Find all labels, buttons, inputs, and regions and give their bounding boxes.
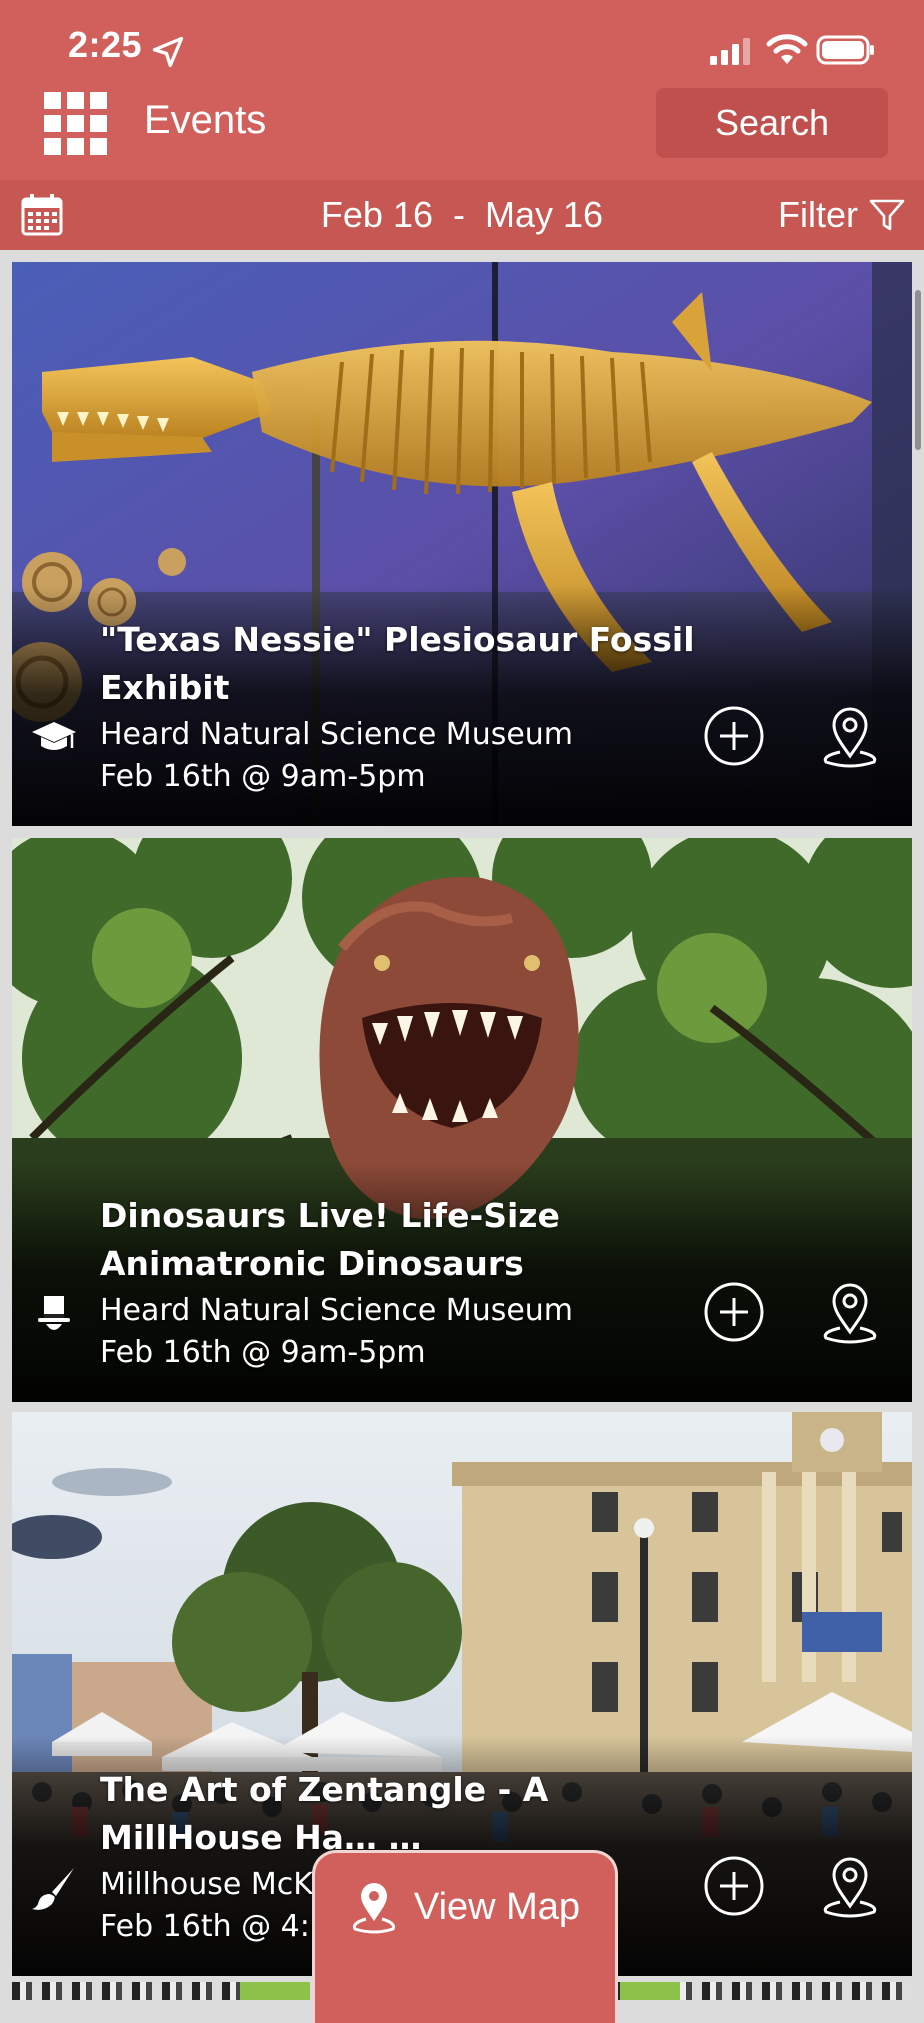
- location-arrow-icon: [152, 36, 184, 68]
- filter-button[interactable]: Filter: [778, 192, 906, 238]
- event-card[interactable]: "Texas Nessie" Plesiosaur Fossil Exhibit…: [12, 262, 912, 826]
- add-to-calendar-icon[interactable]: [702, 1854, 766, 1918]
- cellular-signal-icon: [710, 38, 750, 65]
- event-info: "Texas Nessie" Plesiosaur Fossil Exhibit…: [100, 616, 695, 798]
- view-map-label: View Map: [413, 1885, 581, 1928]
- scrollbar[interactable]: [915, 290, 921, 450]
- filter-label: Filter: [778, 194, 858, 235]
- event-date: Feb 16th @ 9am-5pm: [100, 759, 426, 794]
- event-info: Dinosaurs Live! Life-Size Animatronic Di…: [100, 1192, 660, 1374]
- event-title-line1: The Art of Zentangle - A: [100, 1770, 549, 1809]
- page-title: Events: [144, 98, 267, 142]
- next-card-accent: [620, 1982, 680, 2000]
- event-venue: Heard Natural Science Museum: [100, 717, 574, 752]
- map-pin-icon[interactable]: [818, 700, 882, 772]
- event-title-line2: Animatronic Dinosaurs: [100, 1244, 524, 1283]
- status-time: 2:25: [68, 24, 143, 65]
- graduation-cap-icon: [32, 722, 76, 750]
- event-title-line2: Exhibit: [100, 668, 230, 707]
- event-date: Feb 16th @ 9am-5pm: [100, 1335, 426, 1370]
- map-pin-icon[interactable]: [818, 1276, 882, 1348]
- apps-grid-icon[interactable]: [44, 92, 108, 156]
- date-range-text: Feb 16 - May 16: [320, 194, 604, 235]
- paintbrush-icon: [32, 1868, 74, 1910]
- event-title-line1: "Texas Nessie" Plesiosaur Fossil: [100, 620, 695, 659]
- view-map-button[interactable]: View Map: [312, 1850, 618, 2023]
- event-venue: Heard Natural Science Museum: [100, 1293, 574, 1328]
- next-card-accent: [240, 1982, 310, 2000]
- filter-funnel-icon: [869, 199, 905, 231]
- add-to-calendar-icon[interactable]: [702, 704, 766, 768]
- event-title-line1: Dinosaurs Live! Life-Size: [100, 1196, 560, 1235]
- date-filter-bar: Feb 16 - May 16 Filter: [0, 180, 924, 250]
- app-header: 2:25 Events Search: [0, 0, 924, 180]
- add-to-calendar-icon[interactable]: [702, 1280, 766, 1344]
- search-button[interactable]: Search: [656, 88, 888, 158]
- map-location-icon: [352, 1883, 395, 1934]
- top-hat-icon: [38, 1296, 70, 1330]
- wifi-icon: [766, 34, 808, 64]
- event-card[interactable]: Dinosaurs Live! Life-Size Animatronic Di…: [12, 838, 912, 1402]
- battery-icon: [816, 35, 874, 65]
- map-pin-icon[interactable]: [818, 1850, 882, 1922]
